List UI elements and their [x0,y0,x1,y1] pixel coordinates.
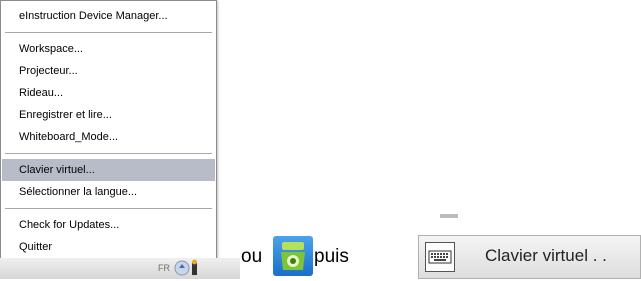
menu-item-clavier-virtuel[interactable]: Clavier virtuel... [2,159,215,181]
clavier-virtuel-button[interactable]: Clavier virtuel . . [418,235,641,279]
menu-separator [5,208,212,209]
keyboard-icon [425,242,455,272]
einstruction-app-icon[interactable] [273,236,313,276]
language-indicator: FR [158,263,170,273]
clavier-virtuel-label: Clavier virtuel . . [485,246,607,265]
tray-app-icon[interactable] [174,259,204,277]
menu-item-rideau[interactable]: Rideau... [2,82,215,104]
text-or: ou [241,246,263,267]
menu-separator [5,32,212,33]
menu-item-device-manager[interactable]: eInstruction Device Manager... [2,5,215,27]
system-tray: FR [158,259,234,277]
menu-item-projecteur[interactable]: Projecteur... [2,60,215,82]
menu-item-enregistrer[interactable]: Enregistrer et lire... [2,104,215,126]
context-menu: eInstruction Device Manager... Workspace… [0,0,217,259]
menu-item-workspace[interactable]: Workspace... [2,38,215,60]
text-then: puis [314,246,349,267]
menu-separator [5,153,212,154]
menu-item-check-updates[interactable]: Check for Updates... [2,214,215,236]
menu-item-quitter[interactable]: Quitter [2,236,215,258]
toolbar-grip [440,214,458,218]
menu-item-whiteboard-mode[interactable]: Whiteboard_Mode... [2,126,215,148]
menu-item-langue[interactable]: Sélectionner la langue... [2,181,215,203]
